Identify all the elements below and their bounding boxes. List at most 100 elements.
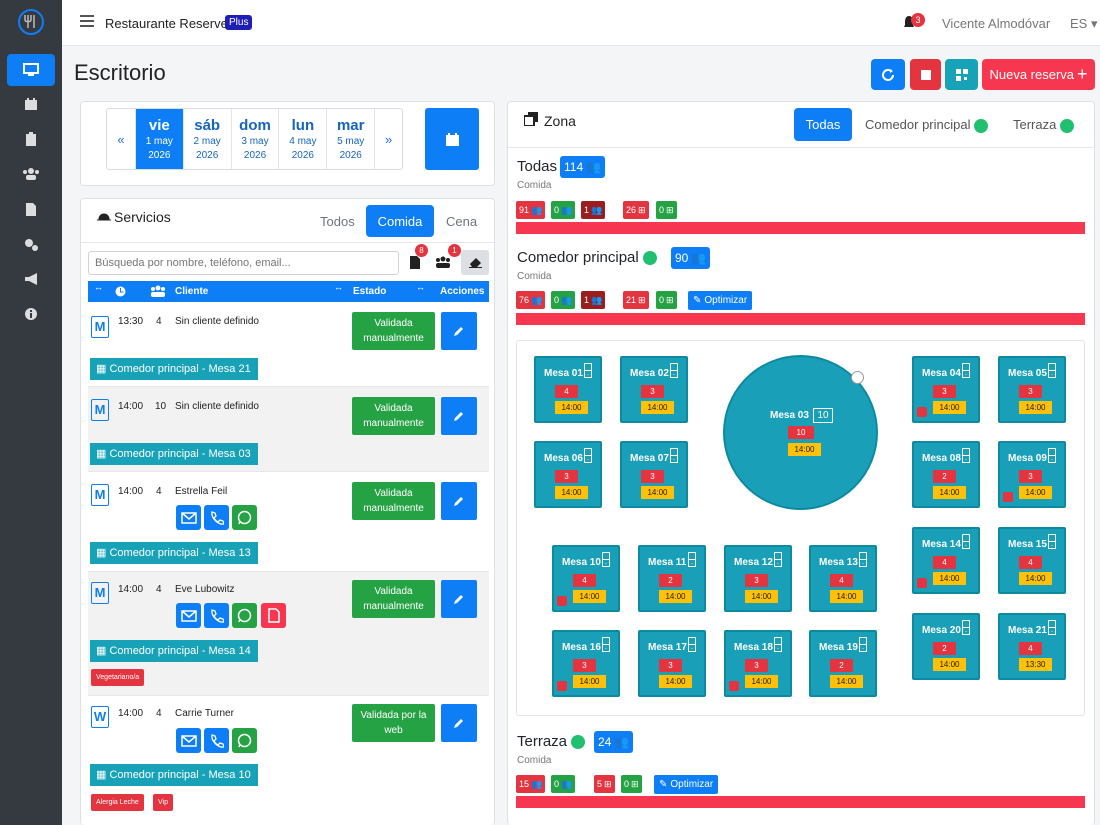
- tab-terraza[interactable]: Terraza: [1013, 117, 1074, 133]
- edit-button[interactable]: [441, 482, 477, 520]
- table-mesa-07[interactable]: Mesa 07.. 3 14:00: [620, 441, 688, 508]
- rotate-handle-icon[interactable]: [851, 371, 864, 384]
- sidebar-item-marketing[interactable]: [7, 263, 55, 295]
- people-icon[interactable]: [150, 285, 166, 297]
- tag-icon: [917, 578, 927, 588]
- table-mesa-19[interactable]: Mesa 19.. 2 14:00: [809, 630, 877, 697]
- hamburger-menu-icon[interactable]: [80, 15, 94, 27]
- date-option-5[interactable]: mar 5 may 2026: [326, 109, 374, 169]
- tab-todos[interactable]: Todos: [320, 214, 355, 229]
- table-mesa-08[interactable]: Mesa 08.. 2 14:00: [912, 441, 980, 508]
- prev-date-button[interactable]: «: [107, 109, 135, 169]
- optimize-button[interactable]: ✎ Optimizar: [654, 775, 719, 794]
- clock-icon[interactable]: [115, 286, 126, 297]
- table-mesa-18[interactable]: Mesa 18.. 3 14:00: [724, 630, 792, 697]
- zone-table-pill[interactable]: ▦ Comedor principal - Mesa 21: [90, 358, 258, 380]
- table-mesa-12[interactable]: Mesa 12.. 3 14:00: [724, 545, 792, 612]
- table-time: 14:00: [933, 486, 966, 499]
- sort-icon[interactable]: ↔: [416, 282, 425, 292]
- phone-button[interactable]: [204, 505, 229, 530]
- qr-button[interactable]: [945, 59, 978, 90]
- whatsapp-button[interactable]: [232, 728, 257, 753]
- table-mesa-17[interactable]: Mesa 17.. 3 14:00: [638, 630, 706, 697]
- edit-button[interactable]: [441, 580, 477, 618]
- table-mesa-16[interactable]: Mesa 16.. 3 14:00: [552, 630, 620, 697]
- client-column-header[interactable]: Cliente: [175, 286, 208, 297]
- edit-button[interactable]: [441, 312, 477, 350]
- tab-comedor-principal[interactable]: Comedor principal: [865, 117, 989, 133]
- tab-comida[interactable]: Comida: [366, 205, 434, 237]
- whatsapp-button[interactable]: [232, 505, 257, 530]
- table-row[interactable]: M 14:00 10 Sin cliente definido Validada…: [88, 387, 489, 472]
- tab-cena[interactable]: Cena: [446, 214, 477, 229]
- optimize-button[interactable]: ✎ Optimizar: [688, 291, 753, 310]
- user-menu[interactable]: Vicente Almodóvar: [942, 16, 1050, 31]
- table-mesa-09[interactable]: Mesa 09.. 3 14:00: [998, 441, 1066, 508]
- new-reservation-button[interactable]: Nueva reserva +: [982, 59, 1095, 90]
- table-mesa-06[interactable]: Mesa 06.. 3 14:00: [534, 441, 602, 508]
- table-mesa-02[interactable]: Mesa 02.. 3 14:00: [620, 356, 688, 423]
- language-selector[interactable]: ES ▾: [1070, 16, 1098, 32]
- whatsapp-button[interactable]: [232, 603, 257, 628]
- table-row[interactable]: M 13:30 4 Sin cliente definido Validada …: [88, 302, 489, 387]
- sidebar-item-info[interactable]: [7, 298, 55, 330]
- more-icon: ..: [670, 370, 678, 378]
- sidebar-item-settings[interactable]: [7, 228, 55, 260]
- reservation-time: 14:00: [118, 486, 144, 497]
- table-row[interactable]: M 14:00 4 Eve Lubowitz Validada manualme…: [88, 572, 489, 696]
- sort-icon[interactable]: ↔: [334, 282, 343, 292]
- table-mesa-05[interactable]: Mesa 05.. 3 14:00: [998, 356, 1066, 423]
- zone-table-pill[interactable]: ▦ Comedor principal - Mesa 10: [90, 764, 258, 786]
- document-filter-icon[interactable]: [410, 256, 420, 269]
- table-mesa-04[interactable]: Mesa 04.. 3 14:00: [912, 356, 980, 423]
- table-mesa-13[interactable]: Mesa 13.. 4 14:00: [809, 545, 877, 612]
- phone-button[interactable]: [204, 728, 229, 753]
- search-input[interactable]: [88, 251, 399, 275]
- status-column-header[interactable]: Estado: [353, 286, 386, 297]
- pdf-button[interactable]: [261, 603, 286, 628]
- reservation-time: 14:00: [118, 584, 144, 595]
- email-button[interactable]: [176, 505, 201, 530]
- phone-button[interactable]: [204, 603, 229, 628]
- table-mesa-20[interactable]: Mesa 20.. 2 14:00: [912, 613, 980, 680]
- sidebar-item-calendar[interactable]: [7, 88, 55, 120]
- table-mesa-10[interactable]: Mesa 10.. 4 14:00: [552, 545, 620, 612]
- table-row[interactable]: M 14:00 4 Estrella Feil Validada manualm…: [88, 472, 489, 572]
- table-mesa-01[interactable]: Mesa 01.. 4 14:00: [534, 356, 602, 423]
- stop-button[interactable]: [910, 59, 941, 90]
- sort-icon[interactable]: ↔: [94, 282, 103, 292]
- tables-occupied-chip: 5 ⊞: [594, 775, 615, 793]
- sidebar-item-dashboard[interactable]: [7, 54, 55, 86]
- next-date-button[interactable]: »: [374, 109, 402, 169]
- table-mesa-21[interactable]: Mesa 21.. 4 13:30: [998, 613, 1066, 680]
- tables-free-chip: 0 ⊞: [621, 775, 642, 793]
- zone-table-pill[interactable]: ▦ Comedor principal - Mesa 14: [90, 640, 258, 662]
- zone-table-pill[interactable]: ▦ Comedor principal - Mesa 13: [90, 542, 258, 564]
- grid-icon: ▦: [96, 769, 107, 781]
- table-time: 14:00: [641, 401, 674, 414]
- edit-button[interactable]: [441, 704, 477, 742]
- sidebar-item-documents[interactable]: [7, 193, 55, 225]
- reservation-time: 13:30: [118, 316, 144, 327]
- table-row[interactable]: W 14:00 4 Carrie Turner Validada por la …: [88, 696, 489, 825]
- clear-search-button[interactable]: [461, 250, 489, 275]
- zone-table-pill[interactable]: ▦ Comedor principal - Mesa 03: [90, 443, 258, 465]
- table-mesa-15[interactable]: Mesa 15.. 4 14:00: [998, 527, 1066, 594]
- group-filter-icon[interactable]: [435, 256, 451, 268]
- more-icon: ..: [962, 541, 970, 549]
- email-button[interactable]: [176, 728, 201, 753]
- edit-button[interactable]: [441, 397, 477, 435]
- pencil-icon: [454, 412, 463, 421]
- date-option-4[interactable]: lun 4 may 2026: [278, 109, 326, 169]
- table-mesa-11[interactable]: Mesa 11.. 2 14:00: [638, 545, 706, 612]
- refresh-button[interactable]: [871, 59, 905, 90]
- date-option-1[interactable]: vie 1 may 2026: [134, 109, 183, 169]
- date-option-2[interactable]: sáb 2 may 2026: [182, 109, 231, 169]
- tab-todas[interactable]: Todas: [794, 108, 852, 141]
- table-mesa-14[interactable]: Mesa 14.. 4 14:00: [912, 527, 980, 594]
- date-option-3[interactable]: dom 3 may 2026: [230, 109, 279, 169]
- sidebar-item-clipboard[interactable]: [7, 123, 55, 155]
- sidebar-item-clients[interactable]: [7, 158, 55, 190]
- email-button[interactable]: [176, 603, 201, 628]
- calendar-button[interactable]: [425, 108, 479, 170]
